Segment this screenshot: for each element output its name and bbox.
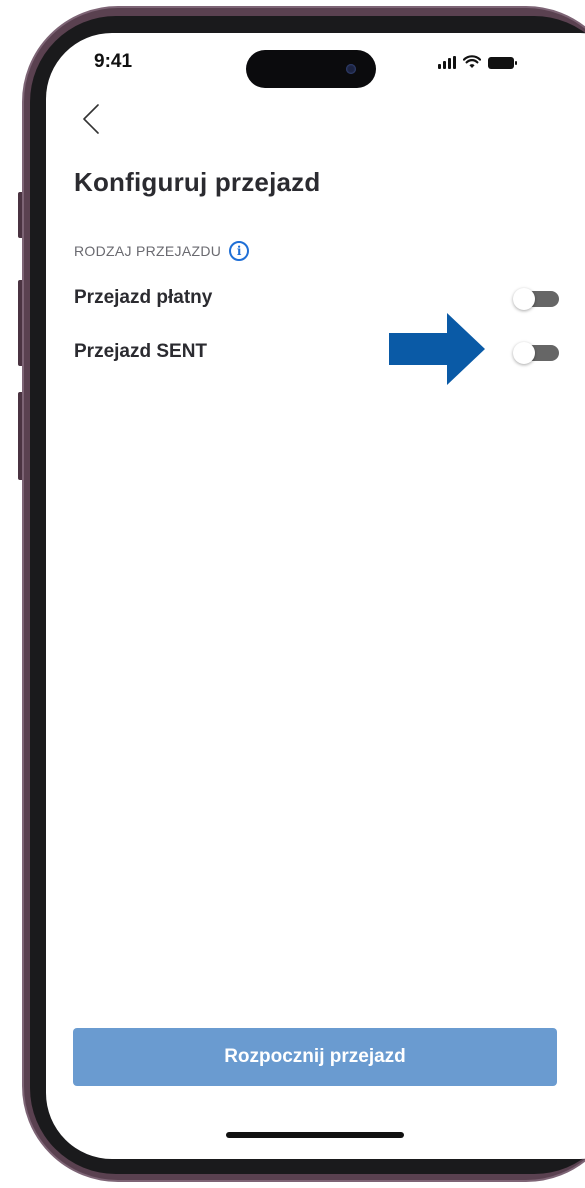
- arrow-right-icon: [389, 313, 485, 390]
- paid-ride-toggle[interactable]: [511, 288, 559, 310]
- status-icons: [438, 55, 517, 69]
- status-time: 9:41: [94, 51, 133, 72]
- toggle-knob: [513, 288, 535, 310]
- wifi-icon: [463, 55, 481, 68]
- dynamic-island: [246, 50, 376, 88]
- sent-ride-toggle[interactable]: [511, 342, 559, 364]
- section-label: RODZAJ PRZEJAZDU: [74, 243, 222, 259]
- option-label-sent: Przejazd SENT: [74, 341, 208, 362]
- chevron-left-icon: [83, 104, 99, 134]
- info-icon[interactable]: i: [229, 241, 250, 261]
- phone-mockup: 9:41 Konfiguruj przejazd RODZAJ PRZEJAZD…: [0, 0, 585, 1188]
- back-button[interactable]: [76, 101, 106, 137]
- start-ride-button[interactable]: Rozpocznij przejazd: [73, 1028, 557, 1086]
- option-row-sent: Przejazd SENT: [74, 341, 559, 364]
- battery-icon: [488, 57, 517, 69]
- section-header: RODZAJ PRZEJAZDU i: [74, 241, 250, 261]
- signal-icon: [438, 56, 456, 69]
- page-title: Konfiguruj przejazd: [74, 167, 321, 197]
- app-screen: 9:41 Konfiguruj przejazd RODZAJ PRZEJAZD…: [46, 33, 585, 1159]
- toggle-knob: [513, 342, 535, 364]
- camera-icon: [346, 64, 356, 74]
- option-label-paid: Przejazd płatny: [74, 287, 213, 308]
- option-row-paid: Przejazd płatny: [74, 287, 559, 310]
- home-indicator[interactable]: [226, 1132, 404, 1138]
